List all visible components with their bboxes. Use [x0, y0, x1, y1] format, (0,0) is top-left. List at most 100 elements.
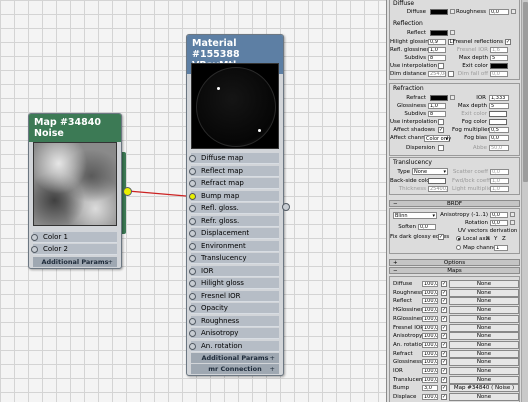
affect-channels-dropdown[interactable]: Color only ▾	[424, 135, 451, 142]
socket-icon[interactable]	[189, 267, 196, 275]
socket-icon[interactable]	[189, 255, 196, 262]
material-output-socket[interactable]	[282, 203, 290, 211]
refr-use-interp-checkbox[interactable]	[438, 119, 444, 125]
fog-color-swatch[interactable]	[489, 119, 507, 125]
options-rollout-header[interactable]: + Options	[389, 259, 520, 266]
refr-subdivs-spinner[interactable]: 8	[428, 111, 446, 117]
axis-z-option[interactable]: Z	[502, 236, 506, 242]
socket-icon[interactable]	[189, 192, 196, 200]
scrollbar-thumb[interactable]	[523, 2, 528, 182]
map-amount-spinner[interactable]: 100,0	[422, 359, 438, 366]
map-amount-spinner[interactable]: 100,0	[422, 289, 438, 296]
noise-additional-params-rollout[interactable]: Additional Params +	[33, 257, 117, 267]
material-slot[interactable]: Anisotropy	[189, 328, 279, 339]
map-amount-spinner[interactable]: 100,0	[422, 341, 438, 348]
fwd-bck-spinner[interactable]: 1,0	[490, 178, 509, 184]
map-enable-checkbox[interactable]: ✓	[441, 376, 447, 383]
map-amount-spinner[interactable]: 100,0	[422, 368, 438, 374]
socket-icon[interactable]	[189, 342, 196, 350]
rotation-map-button[interactable]	[510, 220, 515, 225]
refl-exit-color-swatch[interactable]	[490, 63, 508, 69]
fog-mult-spinner[interactable]: 0,5	[489, 127, 509, 133]
map-enable-checkbox[interactable]: ✓	[441, 359, 447, 366]
brdf-type-dropdown[interactable]: Blinn ▾	[393, 212, 437, 219]
backside-color-swatch[interactable]	[428, 178, 446, 184]
fresnel-checkbox[interactable]: ✓	[505, 39, 511, 45]
material-slot[interactable]: Opacity	[189, 303, 279, 314]
socket-icon[interactable]	[31, 234, 38, 241]
material-slot[interactable]: Environment	[189, 240, 279, 252]
refr-max-depth-spinner[interactable]: 5	[489, 103, 509, 109]
refl-use-interp-checkbox[interactable]	[438, 63, 444, 69]
noise-slot-color1[interactable]: Color 1	[31, 232, 117, 243]
material-slot[interactable]: Displacement	[189, 228, 279, 239]
rotation-spinner[interactable]: 0,0	[490, 220, 508, 226]
vraymtl-node[interactable]: Material #155388 VRayMtl Diffuse mapRefl…	[186, 34, 284, 376]
refr-exit-color-swatch[interactable]	[489, 111, 507, 117]
thickness-spinner[interactable]: 25400,0	[428, 186, 448, 192]
map-channel-spinner[interactable]: 1	[494, 245, 508, 251]
diffuse-swatch[interactable]	[430, 9, 448, 15]
map-amount-spinner[interactable]: 100,0	[422, 394, 438, 401]
dim-falloff-spinner[interactable]: 0,0	[490, 71, 508, 77]
refract-map-button[interactable]	[450, 95, 455, 100]
noise-map-node[interactable]: Map #34840 Noise Color 1 Color 2 Additio…	[28, 113, 122, 269]
map-channel-radio[interactable]	[456, 245, 461, 250]
material-slot[interactable]: IOR	[189, 265, 279, 277]
translucency-type-dropdown[interactable]: None ▾	[412, 168, 448, 175]
material-slot[interactable]: Translucency	[189, 253, 279, 264]
socket-icon[interactable]	[189, 230, 196, 237]
map-enable-checkbox[interactable]: ✓	[441, 315, 447, 322]
material-mr-connection-rollout[interactable]: mr Connection +	[191, 364, 279, 374]
panel-scrollbar[interactable]	[521, 0, 528, 402]
brdf-rollout-header[interactable]: − BRDF	[389, 200, 520, 207]
diffuse-map-button[interactable]	[450, 9, 455, 14]
socket-icon[interactable]	[189, 317, 196, 325]
material-slot[interactable]: Bump map	[189, 190, 279, 202]
map-amount-spinner[interactable]: 100,0	[422, 376, 438, 383]
map-enable-checkbox[interactable]: ✓	[441, 307, 447, 314]
map-enable-checkbox[interactable]: ✓	[441, 341, 447, 348]
dispersion-checkbox[interactable]	[438, 145, 444, 151]
light-mult-spinner[interactable]: 1,0	[490, 186, 509, 192]
affect-shadows-checkbox[interactable]: ✓	[438, 127, 444, 133]
socket-icon[interactable]	[189, 155, 196, 162]
fog-bias-spinner[interactable]: 0,0	[489, 135, 509, 141]
reflect-map-button[interactable]	[450, 30, 455, 35]
map-enable-checkbox[interactable]: ✓	[441, 368, 447, 374]
ior-spinner[interactable]: 1,333	[489, 95, 509, 101]
refl-subdivs-spinner[interactable]: 8	[428, 55, 446, 61]
refr-glossiness-spinner[interactable]: 1,0	[428, 103, 446, 109]
reflect-swatch[interactable]	[430, 30, 448, 36]
hilight-gloss-spinner[interactable]: 0,9	[428, 39, 446, 45]
noise-node-title[interactable]: Map #34840 Noise	[29, 114, 121, 142]
socket-icon[interactable]	[189, 180, 196, 187]
map-enable-checkbox[interactable]: ✓	[441, 298, 447, 305]
map-amount-spinner[interactable]: 3,0	[422, 385, 438, 392]
map-enable-checkbox[interactable]: ✓	[441, 350, 447, 357]
maps-rollout-header[interactable]: − Maps	[389, 267, 520, 274]
material-slot[interactable]: Hilight gloss	[189, 278, 279, 289]
map-amount-spinner[interactable]: 100,0	[422, 315, 438, 322]
socket-icon[interactable]	[189, 242, 196, 250]
refl-max-depth-spinner[interactable]: 5	[490, 55, 508, 61]
roughness-spinner[interactable]: 0,0	[489, 9, 509, 15]
socket-icon[interactable]	[31, 246, 38, 253]
socket-icon[interactable]	[189, 292, 196, 300]
material-slot[interactable]: Fresnel IOR	[189, 290, 279, 302]
map-amount-spinner[interactable]: 100,0	[422, 333, 438, 340]
axis-y-option[interactable]: Y	[494, 236, 497, 242]
local-axis-radio[interactable]	[456, 236, 461, 241]
anisotropy-map-button[interactable]	[510, 212, 515, 217]
material-slot[interactable]: An. rotation	[189, 340, 279, 352]
socket-icon[interactable]	[189, 330, 196, 337]
scatter-coeff-spinner[interactable]: 0,0	[490, 169, 509, 175]
noise-slot-color2[interactable]: Color 2	[31, 244, 117, 255]
dim-distance-spinner[interactable]: 254,0c	[428, 71, 446, 77]
map-enable-checkbox[interactable]: ✓	[441, 385, 447, 392]
socket-icon[interactable]	[189, 167, 196, 175]
axis-x-option[interactable]: X	[486, 236, 490, 242]
map-amount-spinner[interactable]: 100,0	[422, 307, 438, 314]
socket-icon[interactable]	[189, 305, 196, 312]
material-slot[interactable]: Refract map	[189, 178, 279, 189]
